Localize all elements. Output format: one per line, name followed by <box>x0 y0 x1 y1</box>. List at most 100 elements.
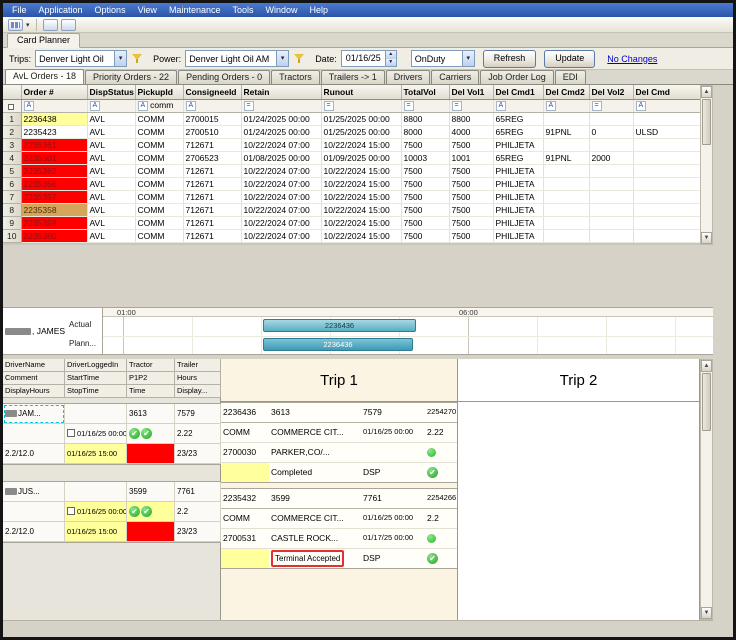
cell[interactable] <box>589 190 633 203</box>
cell[interactable]: 10/22/2024 15:00 <box>321 203 401 216</box>
trips-filter-funnel-icon[interactable] <box>131 52 143 65</box>
spin-down-icon[interactable]: ▼ <box>386 59 396 67</box>
cell[interactable] <box>3 502 65 522</box>
cell[interactable]: 8800 <box>449 112 493 125</box>
col-header[interactable]: Del Cmd2 <box>543 85 589 99</box>
cell[interactable]: AVL <box>87 164 135 177</box>
cell-order[interactable]: 2235358 <box>21 203 87 216</box>
trips-select[interactable]: Denver Light Oil ▾ <box>35 50 127 67</box>
cell[interactable]: 01/25/2025 00:00 <box>321 112 401 125</box>
gantt-bar-planned[interactable]: 2236436 <box>263 338 413 351</box>
cell[interactable] <box>633 151 700 164</box>
driver-card-ratio[interactable]: 23/23 <box>175 444 221 464</box>
menu-view[interactable]: View <box>132 3 163 17</box>
col-header[interactable]: Retain <box>241 85 321 99</box>
cell[interactable]: 712671 <box>183 177 241 190</box>
filter-type-icon[interactable]: A <box>138 101 149 111</box>
driver-card-name[interactable]: JAM... <box>3 404 65 424</box>
trip-tractor[interactable]: 3599 <box>269 489 361 508</box>
cell[interactable] <box>543 216 589 229</box>
cell[interactable] <box>633 229 700 242</box>
cell[interactable]: AVL <box>87 177 135 190</box>
trip-id[interactable]: 2254266 <box>425 489 457 508</box>
cell[interactable]: AVL <box>87 216 135 229</box>
filter-type-icon[interactable]: A <box>90 101 101 111</box>
cell[interactable]: 2706523 <box>183 151 241 164</box>
menu-window[interactable]: Window <box>260 3 304 17</box>
cell[interactable] <box>633 203 700 216</box>
driver-card-name[interactable]: JUS... <box>3 482 65 502</box>
driver-card[interactable]: JUS... 3599 7761 01/16/25 00:00 ✔✔ 2.2 2… <box>3 481 221 543</box>
filter-cell[interactable]: = <box>401 99 449 112</box>
driver-card-p1p2[interactable]: ✔✔ <box>127 502 175 522</box>
cell[interactable] <box>633 138 700 151</box>
filter-type-icon[interactable]: A <box>24 101 35 111</box>
cell[interactable]: 712671 <box>183 229 241 242</box>
filter-type-icon[interactable]: = <box>452 101 462 111</box>
driver-card-trailer[interactable]: 7579 <box>175 404 221 424</box>
cell[interactable] <box>543 164 589 177</box>
cell[interactable] <box>543 138 589 151</box>
table-row[interactable]: 9 2235359 AVL COMM 712671 10/22/2024 07:… <box>3 216 700 229</box>
filter-type-icon[interactable]: A <box>546 101 557 111</box>
cell[interactable] <box>589 138 633 151</box>
cell[interactable] <box>633 164 700 177</box>
cell[interactable]: COMM <box>135 229 183 242</box>
chevron-down-icon[interactable]: ▾ <box>114 51 126 66</box>
trip-pickup-name[interactable]: COMMERCE CIT... <box>269 509 361 528</box>
cell[interactable] <box>543 177 589 190</box>
filter-type-icon[interactable]: A <box>186 101 197 111</box>
cell[interactable]: COMM <box>135 125 183 138</box>
cell[interactable] <box>589 203 633 216</box>
trip-consignee[interactable]: 2700531 <box>221 529 269 548</box>
driver-card-stop[interactable]: 01/16/25 15:00 <box>65 522 127 542</box>
pickup-filter-value[interactable]: comm <box>150 100 173 110</box>
cell[interactable]: 91PNL <box>543 151 589 164</box>
driver-card-hours[interactable]: 2.22 <box>175 424 221 444</box>
scroll-up-icon[interactable]: ▲ <box>701 360 712 372</box>
trip-order[interactable]: 2236436 <box>221 403 269 422</box>
table-row[interactable]: 10 2235360 AVL COMM 712671 10/22/2024 07… <box>3 229 700 242</box>
cell[interactable]: 01/24/2025 00:00 <box>241 112 321 125</box>
cell[interactable]: 01/25/2025 00:00 <box>321 125 401 138</box>
table-row[interactable]: 6 2235356 AVL COMM 712671 10/22/2024 07:… <box>3 177 700 190</box>
date-input[interactable]: 01/16/25 ▲ ▼ <box>341 50 397 67</box>
cell[interactable]: 2700510 <box>183 125 241 138</box>
driver-card[interactable]: JAM... 3613 7579 01/16/25 00:00 ✔✔ 2.22 … <box>3 403 221 465</box>
cell[interactable]: 7500 <box>401 190 449 203</box>
cell[interactable]: COMM <box>135 177 183 190</box>
col-header[interactable]: TotalVol <box>401 85 449 99</box>
scroll-down-icon[interactable]: ▼ <box>701 232 712 244</box>
driver-card-time-alert[interactable] <box>127 444 175 464</box>
chevron-down-icon[interactable]: ▾ <box>26 21 30 29</box>
cell[interactable]: 712671 <box>183 190 241 203</box>
filter-cell[interactable]: A <box>87 99 135 112</box>
cell[interactable]: COMM <box>135 203 183 216</box>
cell[interactable]: 7500 <box>401 164 449 177</box>
cell[interactable] <box>3 424 65 444</box>
refresh-button[interactable]: Refresh <box>483 50 537 68</box>
cell[interactable]: 7500 <box>449 203 493 216</box>
trip-consignee-name[interactable]: CASTLE ROCK... <box>269 529 361 548</box>
cell[interactable]: ULSD <box>633 125 700 138</box>
layout-icon[interactable] <box>43 19 58 31</box>
cell[interactable] <box>543 190 589 203</box>
tab-carriers[interactable]: Carriers <box>431 70 479 84</box>
table-row[interactable]: 3 2235361 AVL COMM 712671 10/22/2024 07:… <box>3 138 700 151</box>
cell[interactable]: PHILJETA <box>493 164 543 177</box>
cell[interactable]: 8800 <box>401 112 449 125</box>
cell[interactable]: COMM <box>135 138 183 151</box>
settings-icon[interactable] <box>61 19 76 31</box>
cell-order[interactable]: 2235360 <box>21 229 87 242</box>
filter-cell[interactable]: A <box>183 99 241 112</box>
cell[interactable]: AVL <box>87 229 135 242</box>
table-row[interactable]: 1 2236438 AVL COMM 2700015 01/24/2025 00… <box>3 112 700 125</box>
filter-type-icon[interactable]: = <box>244 101 254 111</box>
filter-cell[interactable]: = <box>241 99 321 112</box>
driver-card-ratio[interactable]: 23/23 <box>175 522 221 542</box>
scroll-up-icon[interactable]: ▲ <box>701 86 712 98</box>
tab-edi[interactable]: EDI <box>555 70 586 84</box>
col-header[interactable]: ConsigneeId <box>183 85 241 99</box>
trip-pickup-time[interactable]: 01/16/25 00:00 <box>361 423 425 442</box>
scroll-down-icon[interactable]: ▼ <box>701 607 712 619</box>
